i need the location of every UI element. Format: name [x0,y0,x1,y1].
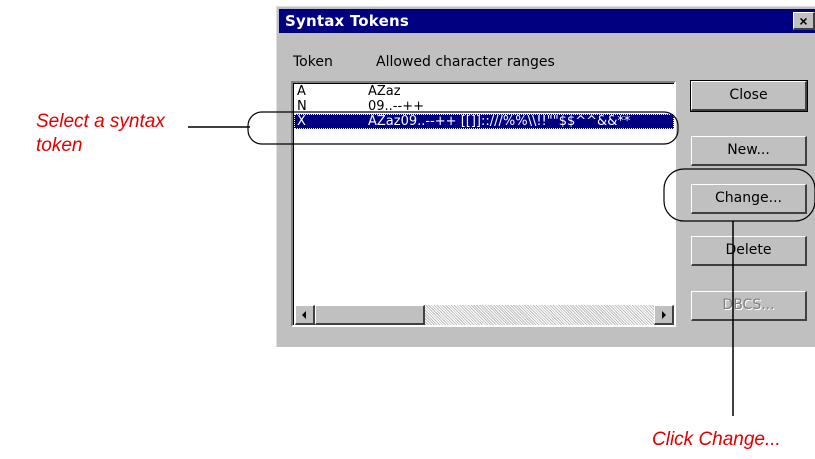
callout-overlay [188,111,815,416]
change-button-highlight [663,168,815,222]
selected-row-highlight [247,111,679,145]
